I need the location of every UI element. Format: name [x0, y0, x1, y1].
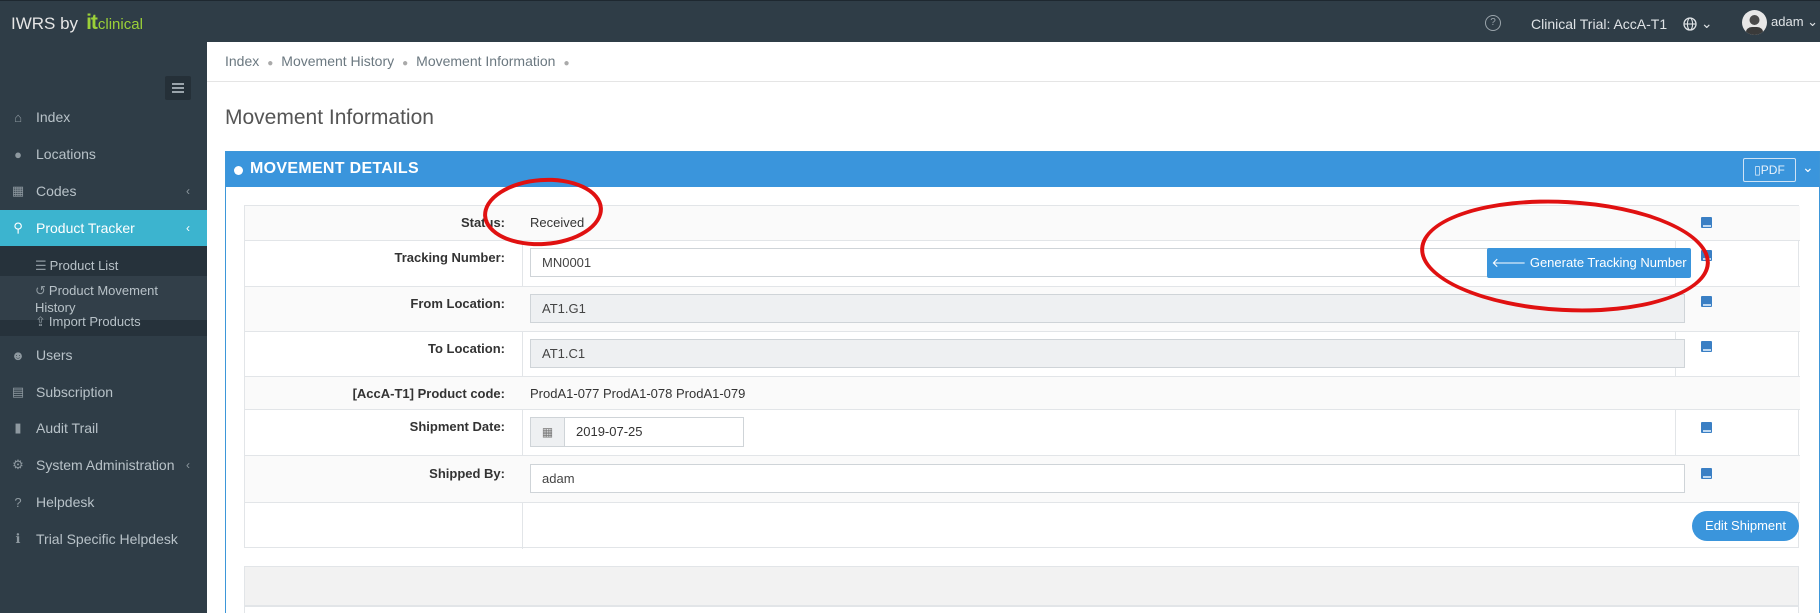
sidebar-item-label: Trial Specific Helpdesk [36, 531, 178, 547]
shipped-by-label: Shipped By: [429, 466, 505, 481]
sidebar-item-product-tracker[interactable]: ⚲ Product Tracker ‹ [0, 210, 207, 246]
sidebar-item-trial-specific-helpdesk[interactable]: ℹ Trial Specific Helpdesk [0, 521, 207, 557]
sidebar-subitem-product-list[interactable]: ☰ Product List [0, 257, 207, 274]
shipment-date-input[interactable]: 2019-07-25 [564, 417, 744, 447]
help-icon[interactable]: ? [1485, 15, 1501, 31]
clinical-trial-label[interactable]: Clinical Trial: AccA-T1 [1531, 16, 1667, 32]
sidebar-toggle-button[interactable] [165, 76, 191, 100]
cogs-icon: ⚙ [12, 457, 24, 472]
user-menu[interactable]: adam ⌄ [1771, 14, 1818, 30]
breadcrumb-separator: ● [267, 58, 274, 69]
sidebar-item-label: System Administration [36, 457, 175, 473]
book-icon: ▮ [14, 420, 22, 435]
users-icon: ☻ [11, 347, 25, 363]
calendar-icon: ▤ [11, 384, 25, 399]
home-icon: ⌂ [14, 109, 22, 125]
file-icon: ▯ [1754, 163, 1761, 177]
globe-icon: ● [14, 146, 22, 162]
to-location-label: To Location: [427, 341, 505, 356]
edit-shipment-button[interactable]: Edit Shipment [1692, 511, 1799, 541]
sidebar-item-label: Helpdesk [36, 494, 95, 510]
table-row-actions: Edit Shipment [245, 502, 1800, 549]
sidebar-item-label: Product Tracker [36, 220, 135, 236]
top-navbar: IWRS by it clinical ? Clinical Trial: Ac… [0, 0, 1820, 42]
sidebar-item-system-administration[interactable]: ⚙ System Administration ‹ [0, 447, 207, 483]
book-icon[interactable] [1701, 217, 1712, 228]
breadcrumb-item-index[interactable]: Index [225, 53, 259, 69]
sidebar-item-label: Users [36, 347, 73, 363]
question-icon: ? [14, 494, 22, 510]
breadcrumb-separator: ● [563, 58, 570, 69]
sidebar-item-subscription[interactable]: ▤ Subscription [0, 374, 207, 410]
product-code-label: [AccA-T1] Product code: [352, 386, 505, 401]
to-location-input: AT1.C1 [530, 339, 1685, 368]
brand-clinical: clinical [97, 16, 143, 33]
chevron-down-icon: ‹ [186, 221, 190, 235]
breadcrumb: Index ● Movement History ● Movement Informat… [225, 53, 578, 69]
table-row-shipment-date: Shipment Date: ▦ 2019-07-25 [245, 409, 1800, 455]
table-row-to-location: To Location: AT1.C1 [245, 331, 1800, 376]
page-title: Movement Information [225, 106, 434, 129]
secondary-section-body [244, 606, 1799, 613]
grid-icon: ▦ [11, 183, 25, 198]
panel-title: MOVEMENT DETAILS [250, 160, 419, 177]
panel-header: MOVEMENT DETAILS ▯PDF ⌄ [226, 152, 1819, 187]
sidebar-item-label: Locations [36, 146, 96, 162]
chevron-down-icon: ⌄ [1700, 15, 1713, 31]
sidebar-item-label: Index [36, 109, 71, 125]
avatar[interactable] [1742, 10, 1767, 35]
book-icon[interactable] [1701, 341, 1712, 352]
secondary-section [244, 566, 1799, 606]
sidebar-item-helpdesk[interactable]: ? Helpdesk [0, 484, 207, 520]
sidebar-item-audit-trail[interactable]: ▮ Audit Trail [0, 410, 207, 446]
calendar-icon[interactable]: ▦ [530, 417, 565, 447]
language-selector[interactable]: ⌄ [1683, 15, 1713, 32]
product-tracker-submenu: ☰ Product List ↺ Product Movement History … [0, 246, 207, 336]
shipment-date-label: Shipment Date: [409, 419, 505, 434]
brand-prefix: IWRS by [11, 14, 79, 33]
sidebar-subitem-label: Product List [49, 258, 119, 273]
breadcrumb-item-movement-information: Movement Information [416, 53, 556, 69]
table-row-shipped-by: Shipped By: adam [245, 455, 1800, 502]
product-code-value: ProdA1-077 ProdA1-078 ProdA1-079 [530, 386, 746, 401]
sidebar-item-codes[interactable]: ▦ Codes ‹ [0, 173, 207, 209]
chevron-left-icon: ‹ [186, 458, 190, 472]
breadcrumb-separator: ● [402, 58, 409, 69]
table-row-product-code: [AccA-T1] Product code: ProdA1-077 ProdA… [245, 376, 1800, 409]
book-icon[interactable] [1701, 296, 1712, 307]
chevron-down-icon: ⌄ [1807, 14, 1819, 29]
info-icon: ℹ [15, 531, 21, 546]
panel-icon [234, 166, 243, 175]
sidebar-item-users[interactable]: ☻ Users [0, 337, 207, 373]
sidebar-item-index[interactable]: ⌂ Index [0, 99, 207, 135]
upload-icon: ⇪ [35, 314, 46, 329]
chevron-left-icon: ‹ [186, 184, 190, 198]
sidebar-item-label: Codes [36, 183, 77, 199]
globe-icon [1683, 17, 1697, 31]
brand-logo[interactable]: IWRS by it clinical [11, 11, 143, 35]
sidebar: ⌂ Index ● Locations ▦ Codes ‹ ⚲ Product … [0, 42, 207, 613]
map-marker-icon: ⚲ [13, 220, 23, 235]
sidebar-subitem-label: Product Movement History [35, 283, 159, 315]
pdf-button[interactable]: ▯PDF [1743, 158, 1796, 182]
sidebar-item-locations[interactable]: ● Locations [0, 136, 207, 172]
tracking-number-label: Tracking Number: [394, 250, 505, 265]
shipped-by-input[interactable]: adam [530, 464, 1685, 493]
book-icon[interactable] [1701, 468, 1712, 479]
status-label: Status: [460, 215, 505, 230]
breadcrumb-item-movement-history[interactable]: Movement History [281, 53, 394, 69]
sidebar-item-label: Subscription [36, 384, 114, 400]
history-icon: ↺ [35, 283, 46, 298]
sidebar-subitem-label: Import Products [48, 314, 141, 329]
collapse-chevron-icon[interactable]: ⌄ [1802, 159, 1814, 176]
from-location-label: From Location: [410, 296, 505, 311]
username: adam [1771, 14, 1804, 29]
pdf-button-label: PDF [1760, 163, 1785, 177]
breadcrumb-divider [207, 81, 1820, 82]
sidebar-subitem-import-products[interactable]: ⇪ Import Products [0, 313, 207, 330]
list-icon: ☰ [35, 258, 47, 273]
sidebar-item-label: Audit Trail [36, 420, 99, 436]
book-icon[interactable] [1701, 422, 1712, 433]
brand-it: it [86, 11, 98, 34]
